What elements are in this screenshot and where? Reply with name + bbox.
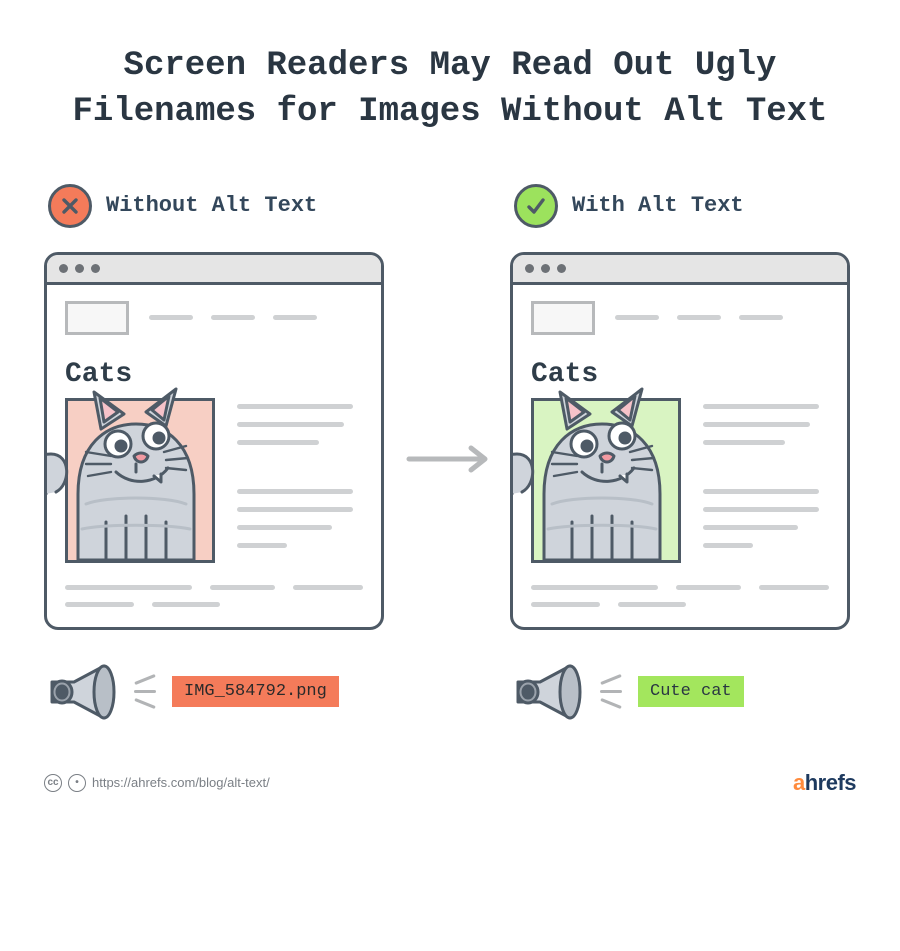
page-body: Cats	[513, 285, 847, 627]
screen-reader-output-right: Cute cat	[510, 660, 856, 724]
text-placeholder	[65, 585, 363, 590]
cat-icon	[44, 374, 226, 564]
infographic: Screen Readers May Read Out Ugly Filenam…	[0, 0, 900, 816]
window-dot-icon	[91, 264, 100, 273]
nav-placeholder	[615, 315, 783, 320]
license-attribution: cc • https://ahrefs.com/blog/alt-text/	[44, 774, 270, 792]
badge-row-with: With Alt Text	[514, 184, 856, 228]
window-dot-icon	[557, 264, 566, 273]
browser-titlebar	[513, 255, 847, 285]
sound-waves-icon	[600, 678, 622, 705]
arrow-icon	[390, 444, 510, 474]
by-icon: •	[68, 774, 86, 792]
text-placeholder	[65, 602, 363, 607]
text-placeholder	[531, 585, 829, 590]
badge-row-without: Without Alt Text	[48, 184, 390, 228]
readout-filename: IMG_584792.png	[172, 676, 339, 707]
column-without-alt: Without Alt Text Cats	[44, 184, 390, 724]
brand-logo: ahrefs	[793, 770, 856, 796]
page-title: Screen Readers May Read Out Ugly Filenam…	[44, 44, 856, 136]
browser-mock-left: Cats	[44, 252, 384, 630]
screen-reader-output-left: IMG_584792.png	[44, 660, 390, 724]
cc-icon: cc	[44, 774, 62, 792]
column-with-alt: With Alt Text Cats	[510, 184, 856, 724]
check-icon	[514, 184, 558, 228]
logo-placeholder	[65, 301, 129, 335]
speaker-icon	[510, 660, 584, 724]
text-placeholder	[237, 398, 363, 548]
window-dot-icon	[75, 264, 84, 273]
image-placeholder-without-alt	[65, 398, 215, 563]
source-url: https://ahrefs.com/blog/alt-text/	[92, 775, 270, 790]
cat-icon	[510, 374, 692, 564]
readout-alt-text: Cute cat	[638, 676, 744, 707]
image-placeholder-with-alt	[531, 398, 681, 563]
comparison-columns: Without Alt Text Cats	[44, 184, 856, 724]
text-placeholder	[531, 602, 829, 607]
x-icon	[48, 184, 92, 228]
page-body: Cats	[47, 285, 381, 627]
window-dot-icon	[541, 264, 550, 273]
badge-label-without: Without Alt Text	[106, 193, 317, 218]
text-placeholder	[703, 398, 829, 548]
speaker-icon	[44, 660, 118, 724]
window-dot-icon	[525, 264, 534, 273]
browser-titlebar	[47, 255, 381, 285]
sound-waves-icon	[134, 678, 156, 705]
window-dot-icon	[59, 264, 68, 273]
nav-placeholder	[149, 315, 317, 320]
badge-label-with: With Alt Text	[572, 193, 744, 218]
footer: cc • https://ahrefs.com/blog/alt-text/ a…	[44, 770, 856, 796]
logo-placeholder	[531, 301, 595, 335]
browser-mock-right: Cats	[510, 252, 850, 630]
